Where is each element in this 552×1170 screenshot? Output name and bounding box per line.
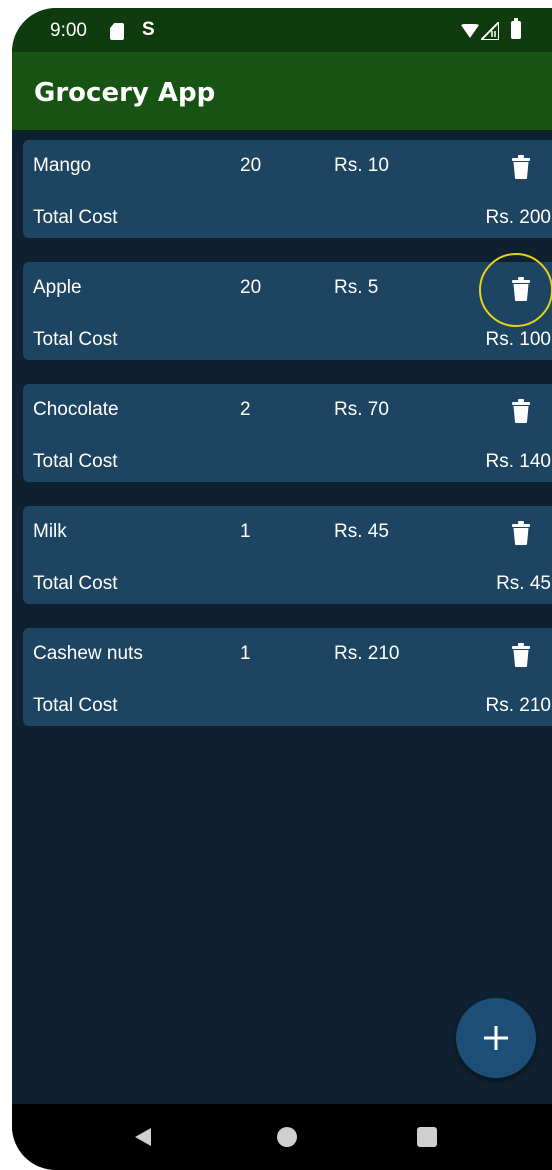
total-cost-label: Total Cost [33,207,118,228]
home-circle-icon[interactable] [277,1127,297,1147]
app-bar: Grocery App [12,52,552,130]
trash-icon [512,277,530,301]
recents-square-icon[interactable] [417,1127,437,1147]
app-title: Grocery App [34,78,216,108]
list-item: Cashew nuts 1 Rs. 210 Total Cost Rs. 210 [23,628,552,726]
item-name: Apple [33,277,82,298]
trash-icon [512,155,530,179]
delete-button[interactable] [507,640,535,670]
total-cost-value: Rs. 140 [485,451,551,472]
plus-icon [484,1026,508,1050]
total-cost-value: Rs. 200 [485,207,551,228]
item-price: Rs. 210 [334,643,400,664]
delete-button[interactable] [507,518,535,548]
item-price: Rs. 45 [334,521,389,542]
s-notification-icon: S [142,19,155,40]
status-bar: 9:00 S [12,8,552,52]
trash-icon [512,643,530,667]
item-name: Chocolate [33,399,119,420]
item-price: Rs. 70 [334,399,389,420]
total-cost-label: Total Cost [33,451,118,472]
total-cost-value: Rs. 210 [485,695,551,716]
delete-button[interactable] [507,152,535,182]
item-quantity: 1 [240,643,251,664]
item-quantity: 20 [240,277,262,298]
item-quantity: 20 [240,155,262,176]
navigation-bar [12,1104,552,1170]
list-item: Apple 20 Rs. 5 Total Cost Rs. 100 [23,262,552,360]
signal-icon [481,22,499,40]
wifi-icon [461,24,479,38]
back-triangle-icon[interactable] [135,1128,151,1146]
add-item-button[interactable] [456,998,536,1078]
item-quantity: 1 [240,521,251,542]
list-item: Milk 1 Rs. 45 Total Cost Rs. 45 [23,506,552,604]
list-item: Mango 20 Rs. 10 Total Cost Rs. 200 [23,140,552,238]
delete-button[interactable] [507,274,535,304]
item-price: Rs. 5 [334,277,379,298]
item-name: Cashew nuts [33,643,143,664]
trash-icon [512,399,530,423]
total-cost-value: Rs. 100 [485,329,551,350]
total-cost-label: Total Cost [33,573,118,594]
item-quantity: 2 [240,399,251,420]
phone-screen: 9:00 S Grocery App Mango 20 Rs. 10 Total… [12,8,552,1170]
list-item: Chocolate 2 Rs. 70 Total Cost Rs. 140 [23,384,552,482]
total-cost-value: Rs. 45 [496,573,551,594]
delete-button[interactable] [507,396,535,426]
sd-card-icon [110,23,124,40]
item-price: Rs. 10 [334,155,389,176]
trash-icon [512,521,530,545]
item-name: Mango [33,155,92,176]
status-time: 9:00 [50,20,87,41]
total-cost-label: Total Cost [33,695,118,716]
total-cost-label: Total Cost [33,329,118,350]
battery-icon [511,18,521,39]
item-name: Milk [33,521,67,542]
